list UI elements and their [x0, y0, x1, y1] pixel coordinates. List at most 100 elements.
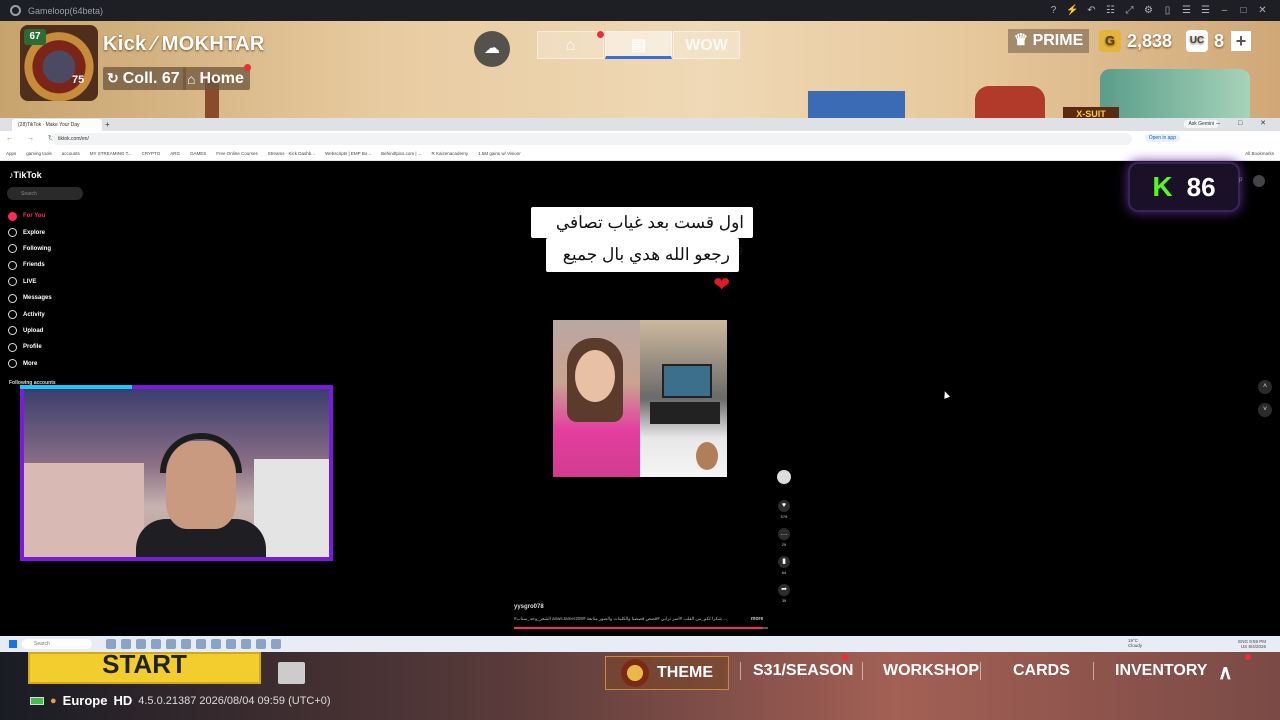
sidebar-item-label: Messages: [23, 295, 52, 302]
bookmark-item[interactable]: Free Online Courses: [216, 151, 258, 156]
chevron-up-icon[interactable]: ∧: [1218, 660, 1233, 685]
bookmark-icon: ▮: [778, 556, 790, 568]
taskbar-app-icon[interactable]: [256, 639, 266, 649]
dark-mode-icon[interactable]: [1253, 175, 1265, 187]
windows-start-icon[interactable]: [9, 640, 17, 648]
bookmark-item[interactable]: 1.5M gains w/ Visionr: [478, 151, 521, 156]
bookmark-item[interactable]: ARG: [170, 151, 180, 156]
grid-icon[interactable]: ☷: [1101, 5, 1120, 16]
taskbar-app-icon[interactable]: [196, 639, 206, 649]
settings-icon[interactable]: ⚙: [1139, 5, 1158, 16]
video-progress-bar[interactable]: [514, 627, 768, 629]
sidebar-item-more[interactable]: More: [8, 356, 118, 372]
sidebar-item-following[interactable]: Following: [8, 241, 118, 257]
boost-icon[interactable]: ⚡: [1063, 5, 1082, 16]
sidebar-item-live[interactable]: LIVE: [8, 274, 118, 290]
taskbar-app-icon[interactable]: [181, 639, 191, 649]
tiktok-logo[interactable]: ♪TikTok: [9, 170, 42, 180]
taskbar-weather[interactable]: 19°C Cloudy: [1128, 638, 1142, 648]
mode-tab-1[interactable]: ⌂: [537, 31, 604, 59]
uc-currency[interactable]: UC 8: [1186, 29, 1224, 53]
mode-tab-2[interactable]: ▤: [605, 31, 672, 59]
close-icon[interactable]: ✕: [1253, 5, 1272, 16]
maximize-icon[interactable]: □: [1234, 5, 1253, 16]
season-menu-item[interactable]: S31/SEASON: [753, 662, 853, 680]
inventory-menu-item[interactable]: INVENTORY: [1115, 662, 1207, 680]
bookmark-item[interactable]: MY STREAMING T...: [90, 151, 132, 156]
taskbar-app-icon[interactable]: [121, 639, 131, 649]
server-name[interactable]: Europe: [63, 693, 108, 708]
save-button[interactable]: ▮ 64: [776, 556, 792, 575]
fullscreen-icon[interactable]: ⤢: [1120, 5, 1139, 16]
video-username[interactable]: yysgro078: [514, 604, 544, 610]
taskbar-search-input[interactable]: Search: [22, 639, 92, 649]
home-button[interactable]: ⌂ Home: [183, 67, 250, 90]
menu-icon[interactable]: ☰: [1177, 5, 1196, 16]
bookmark-item[interactable]: Webscripts | EMP Bo...: [325, 151, 371, 156]
mode-tab-wow[interactable]: WOW: [673, 31, 740, 59]
bookmark-item[interactable]: accounts: [62, 151, 80, 156]
video-player[interactable]: [553, 320, 727, 477]
cards-menu-item[interactable]: CARDS: [1013, 662, 1070, 680]
all-bookmarks[interactable]: All Bookmarks: [1245, 151, 1274, 156]
list-icon[interactable]: ☰: [1196, 5, 1215, 16]
taskbar-app-icon[interactable]: [271, 639, 281, 649]
open-in-app-button[interactable]: Open in app: [1144, 134, 1180, 142]
sidebar-item-friends[interactable]: Friends: [8, 257, 118, 273]
system-tray[interactable]: ENG 9:59 PM US 8/4/2026: [1238, 639, 1266, 649]
taskbar-app-icon[interactable]: [151, 639, 161, 649]
heart-emoji-icon: ❤: [713, 274, 730, 296]
bookmark-item[interactable]: R Kaizenacademy: [432, 151, 469, 156]
previous-video-icon[interactable]: ˄: [1258, 380, 1272, 394]
share-button[interactable]: ➦ 39: [776, 584, 792, 603]
sidebar-item-messages[interactable]: Messages: [8, 290, 118, 306]
browser-window-controls[interactable]: – □ ✕: [1216, 119, 1274, 127]
taskbar-app-icon[interactable]: [136, 639, 146, 649]
bookmark-item[interactable]: GAMES: [190, 151, 206, 156]
sidebar-icon[interactable]: ▯: [1158, 5, 1177, 16]
taskbar-app-icon[interactable]: [166, 639, 176, 649]
bookmark-item[interactable]: Streams · Kick Dashb...: [268, 151, 315, 156]
search-input[interactable]: Search: [7, 187, 83, 200]
minimize-icon[interactable]: –: [1215, 5, 1234, 16]
sidebar-item-for-you[interactable]: For You: [8, 208, 118, 224]
theme-button[interactable]: THEME: [605, 656, 729, 690]
taskbar-app-icon[interactable]: [211, 639, 221, 649]
creator-avatar[interactable]: [777, 470, 791, 484]
taskbar-app-icon[interactable]: [226, 639, 236, 649]
emulator-title: Gameloop(64beta): [28, 5, 104, 16]
taskbar-app-icon[interactable]: [241, 639, 251, 649]
xsuit-label[interactable]: X-SUIT: [1063, 107, 1119, 118]
gameloop-logo-icon: [10, 5, 21, 16]
ask-gemini-button[interactable]: Ask Gemini: [1184, 120, 1218, 128]
bookmark-item[interactable]: Behindtpixs.com | ...: [381, 151, 421, 156]
workshop-menu-item[interactable]: WORKSHOP: [883, 662, 979, 680]
car-decoration: [975, 86, 1045, 118]
sidebar-item-activity[interactable]: Activity: [8, 306, 118, 322]
sidebar-item-explore[interactable]: Explore: [8, 224, 118, 240]
bookmark-item[interactable]: Apps: [6, 151, 16, 156]
help-icon[interactable]: ?: [1044, 5, 1063, 16]
url-field[interactable]: tiktok.com/en/: [52, 133, 1132, 145]
comment-button[interactable]: … 29: [776, 528, 792, 547]
bookmark-item[interactable]: gaming tools: [26, 151, 52, 156]
cloud-upload-icon[interactable]: ☁: [474, 31, 510, 67]
undo-icon[interactable]: ↶: [1082, 5, 1101, 16]
new-tab-button[interactable]: +: [105, 120, 110, 129]
collection-button[interactable]: ↻ Coll. 67: [103, 67, 186, 90]
start-button[interactable]: START: [28, 652, 261, 684]
game-top-banner: X-SUIT 67 75 Kick ⁄ MOKHTAR ↻ Coll. 67 ⌂…: [0, 21, 1280, 118]
more-link[interactable]: more: [751, 616, 763, 622]
sidebar-item-upload[interactable]: Upload: [8, 323, 118, 339]
sidebar-item-profile[interactable]: Profile: [8, 339, 118, 355]
like-button[interactable]: ♥ 576: [776, 500, 792, 519]
next-video-icon[interactable]: ˅: [1258, 403, 1272, 417]
browser-tab[interactable]: (28)TikTok · Make Your Day: [12, 119, 102, 131]
bookmark-item[interactable]: CRYPTO: [142, 151, 161, 156]
taskbar-app-icon[interactable]: [106, 639, 116, 649]
gold-currency[interactable]: G 2,838: [1099, 29, 1172, 53]
gun-icon[interactable]: [278, 662, 305, 684]
comment-count: 29: [781, 542, 787, 547]
add-uc-button[interactable]: +: [1231, 31, 1251, 51]
prime-button[interactable]: ♛ PRIME: [1008, 29, 1089, 53]
